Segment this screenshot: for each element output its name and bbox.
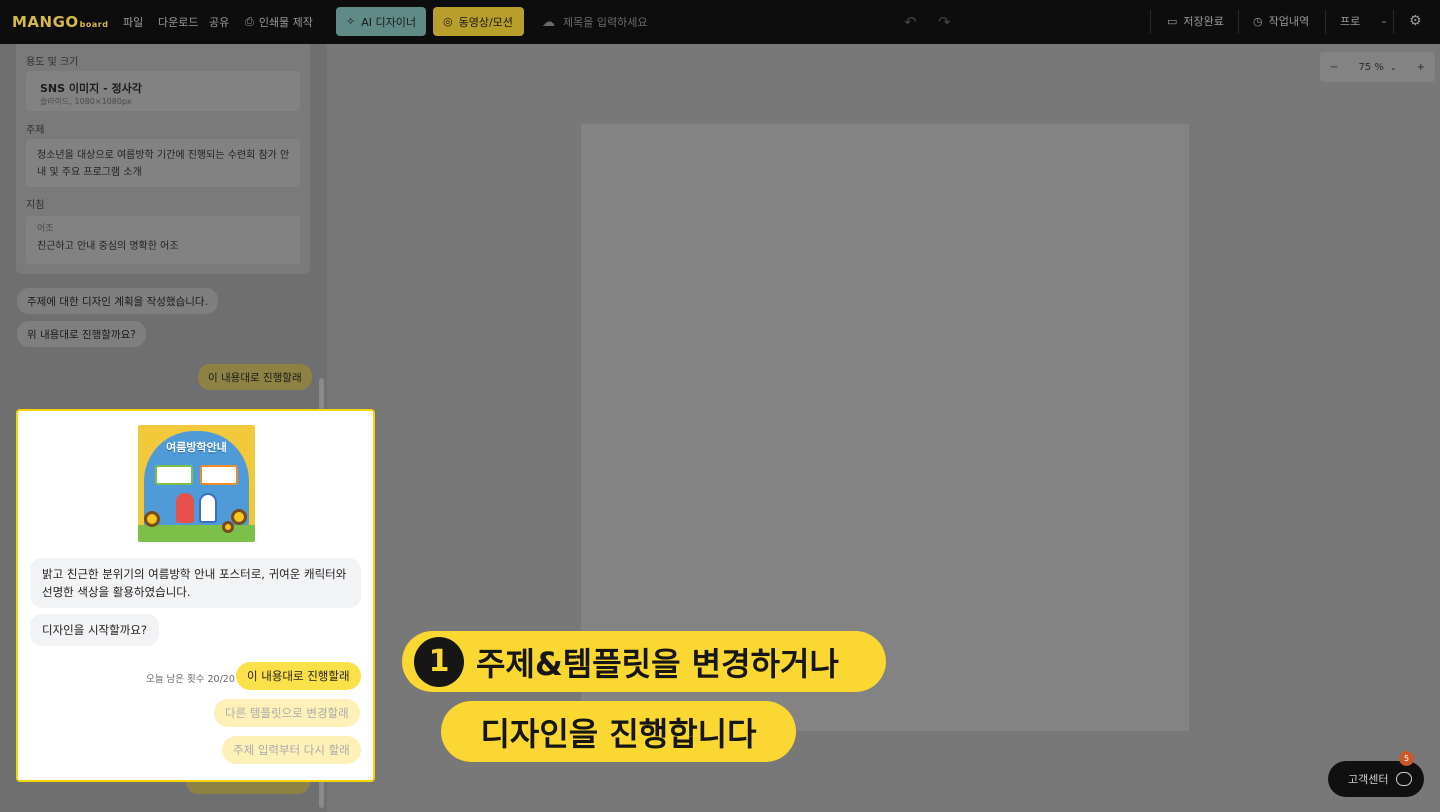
usage-title: SNS 이미지 - 정사각 bbox=[40, 82, 142, 95]
history-label: 작업내역 bbox=[1268, 15, 1310, 28]
topic-label: 주제 bbox=[26, 125, 45, 136]
divider bbox=[1150, 10, 1151, 34]
logo-text: MANGO bbox=[12, 13, 79, 31]
clock-icon: ◷ bbox=[1253, 14, 1263, 28]
menu-print[interactable]: ⎙ 인쇄물 제작 bbox=[245, 14, 313, 30]
divider bbox=[1325, 10, 1326, 34]
menu-file[interactable]: 파일 bbox=[123, 14, 143, 30]
redo-icon[interactable]: ↷ bbox=[938, 13, 951, 31]
top-bar: MANGOboard 파일 다운로드 공유 ⎙ 인쇄물 제작 ✧ AI 디자이너… bbox=[0, 0, 1440, 44]
ai-designer-button[interactable]: ✧ AI 디자이너 bbox=[336, 7, 426, 36]
callout-text: 디자인을 진행합니다 bbox=[480, 714, 757, 753]
topic-text: 청소년을 대상으로 여름방학 기간에 진행되는 수련회 참가 안내 및 주요 프… bbox=[37, 150, 290, 178]
usage-label: 용도 및 크기 bbox=[26, 57, 79, 68]
tutorial-callout: 디자인을 진행합니다 bbox=[441, 701, 796, 762]
tone-text: 친근하고 안내 중심의 명확한 어조 bbox=[37, 241, 179, 252]
poster-box bbox=[155, 465, 193, 485]
video-motion-label: 동영상/모션 bbox=[458, 15, 513, 29]
chevron-down-icon: ⌄ bbox=[1389, 62, 1397, 72]
cloud-edit-icon: ☁ bbox=[542, 14, 555, 30]
sunflower-icon bbox=[231, 509, 247, 525]
title-input[interactable]: ☁ 제목을 입력하세요 bbox=[542, 14, 647, 30]
topic-field[interactable]: 청소년을 대상으로 여름방학 기간에 진행되는 수련회 참가 안내 및 주요 프… bbox=[26, 139, 300, 187]
step-number: 1 bbox=[414, 636, 464, 687]
zoom-control: − 75 % ⌄ + bbox=[1320, 52, 1435, 82]
zoom-level-dropdown[interactable]: 75 % ⌄ bbox=[1358, 62, 1396, 73]
restart-topic-option-button[interactable]: 주제 입력부터 다시 할래 bbox=[222, 736, 361, 764]
video-motion-button[interactable]: ◎ 동영상/모션 bbox=[433, 7, 524, 36]
film-icon: ◎ bbox=[443, 15, 453, 28]
assistant-message: 위 내용대로 진행할까요? bbox=[17, 321, 146, 347]
user-reply: 이 내용대로 진행할래 bbox=[198, 364, 312, 390]
printer-icon: ⎙ bbox=[245, 15, 254, 28]
kid-illustration bbox=[176, 493, 194, 523]
change-template-option-button[interactable]: 다른 템플릿으로 변경할래 bbox=[214, 699, 360, 727]
help-center-label: 고객센터 bbox=[1348, 773, 1389, 786]
menu-share[interactable]: 공유 bbox=[209, 14, 229, 30]
menu-download[interactable]: 다운로드 bbox=[158, 14, 198, 30]
plan-dropdown[interactable]: 프로 ⌄ bbox=[1340, 13, 1388, 29]
gear-icon[interactable]: ⚙ bbox=[1409, 13, 1422, 29]
save-status-label: 저장완료 bbox=[1183, 15, 1224, 28]
zoom-level: 75 % bbox=[1358, 61, 1384, 73]
help-center-button[interactable]: 고객센터 bbox=[1328, 761, 1424, 797]
usage-field[interactable]: SNS 이미지 - 정사각 슬라이드, 1080×1080px bbox=[26, 71, 300, 111]
assistant-message: 주제에 대한 디자인 계획을 작성했습니다. bbox=[17, 288, 218, 314]
usage-sub: 슬라이드, 1080×1080px bbox=[40, 97, 132, 106]
kid-illustration bbox=[199, 493, 217, 523]
logo[interactable]: MANGOboard bbox=[12, 13, 108, 31]
save-status[interactable]: ▭ 저장완료 bbox=[1167, 13, 1224, 29]
poster-title: 여름방학안내 bbox=[166, 441, 227, 454]
history-button[interactable]: ◷ 작업내역 bbox=[1253, 13, 1309, 29]
chat-icon bbox=[1396, 772, 1413, 786]
menu-print-label: 인쇄물 제작 bbox=[258, 16, 313, 29]
sunflower-icon bbox=[144, 511, 160, 527]
divider bbox=[1393, 10, 1394, 34]
zoom-out-button[interactable]: − bbox=[1330, 62, 1338, 73]
poster-grass bbox=[138, 525, 255, 542]
assistant-message: 디자인을 시작할까요? bbox=[30, 614, 159, 646]
title-placeholder: 제목을 입력하세요 bbox=[563, 16, 648, 29]
template-preview[interactable]: 여름방학안내 bbox=[138, 425, 255, 542]
undo-icon[interactable]: ↶ bbox=[904, 13, 917, 31]
assistant-message: 밝고 친근한 분위기의 여름방학 안내 포스터로, 귀여운 캐릭터와 선명한 색… bbox=[30, 558, 361, 608]
tutorial-callout: 1 주제&템플릿을 변경하거나 bbox=[402, 631, 886, 692]
design-proposal-card: 여름방학안내 밝고 친근한 분위기의 여름방학 안내 포스터로, 귀여운 캐릭터… bbox=[16, 409, 375, 782]
chevron-down-icon: ⌄ bbox=[1380, 16, 1388, 26]
plan-label: 프로 bbox=[1340, 15, 1361, 28]
tone-label: 어조 bbox=[37, 224, 54, 234]
proceed-option-button[interactable]: 이 내용대로 진행할래 bbox=[236, 662, 361, 690]
guide-field[interactable]: 어조 친근하고 안내 중심의 명확한 어조 bbox=[26, 216, 300, 264]
callout-text: 주제&템플릿을 변경하거나 bbox=[476, 644, 839, 683]
notification-badge: 5 bbox=[1399, 751, 1414, 766]
logo-sub: board bbox=[79, 20, 109, 29]
save-icon: ▭ bbox=[1167, 14, 1178, 28]
remaining-count: 오늘 남은 횟수 20/20 bbox=[146, 674, 235, 685]
zoom-in-button[interactable]: + bbox=[1417, 62, 1425, 73]
ai-designer-label: AI 디자이너 bbox=[361, 15, 416, 29]
magic-wand-icon: ✧ bbox=[346, 15, 356, 28]
sunflower-icon bbox=[222, 521, 234, 533]
divider bbox=[1238, 10, 1239, 34]
guide-label: 지침 bbox=[26, 200, 45, 211]
poster-box bbox=[200, 465, 238, 485]
